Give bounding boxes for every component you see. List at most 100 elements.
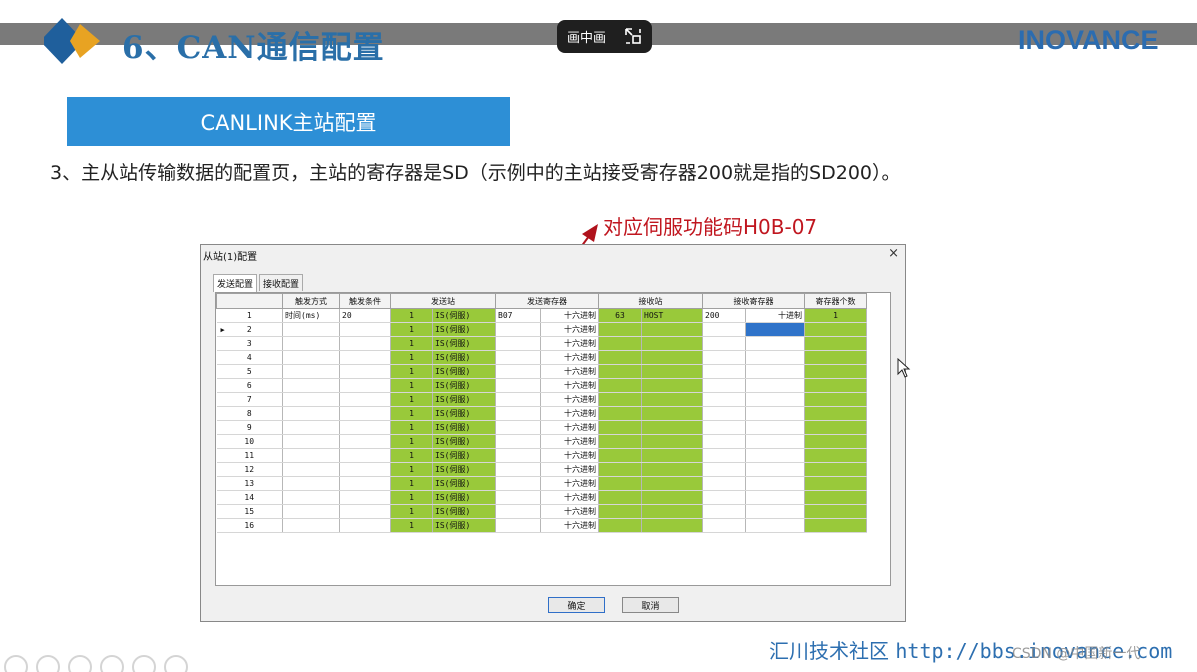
cell-send-station-type[interactable]: IS(伺服) [432, 420, 496, 435]
cell-send-register[interactable] [495, 378, 541, 393]
cell-trigger-mode[interactable] [282, 434, 340, 449]
table-row[interactable]: 5 1 IS(伺服) 十六进制 [216, 364, 867, 379]
cell-register-count[interactable] [804, 336, 867, 351]
cell-trigger-mode[interactable] [282, 350, 340, 365]
cell-send-station-type[interactable]: IS(伺服) [432, 518, 496, 533]
cell-send-format[interactable]: 十六进制 [540, 350, 599, 365]
cell-send-station-type[interactable]: IS(伺服) [432, 378, 496, 393]
cell-trigger-cond[interactable] [339, 476, 391, 491]
cell-register-count[interactable] [804, 518, 867, 533]
table-row[interactable]: 6 1 IS(伺服) 十六进制 [216, 378, 867, 393]
cell-recv-format[interactable] [745, 322, 805, 337]
cell-send-station-type[interactable]: IS(伺服) [432, 504, 496, 519]
table-row[interactable]: 13 1 IS(伺服) 十六进制 [216, 476, 867, 491]
cell-trigger-mode[interactable] [282, 406, 340, 421]
cell-send-register[interactable] [495, 448, 541, 463]
cell-send-station-type[interactable]: IS(伺服) [432, 476, 496, 491]
cell-send-format[interactable]: 十六进制 [540, 322, 599, 337]
cell-send-station-type[interactable]: IS(伺服) [432, 448, 496, 463]
cell-send-station-type[interactable]: IS(伺服) [432, 392, 496, 407]
cell-send-format[interactable]: 十六进制 [540, 392, 599, 407]
cell-recv-register[interactable] [702, 448, 746, 463]
next-slide-icon[interactable] [36, 655, 60, 672]
cell-send-station-type[interactable]: IS(伺服) [432, 462, 496, 477]
cell-send-format[interactable]: 十六进制 [540, 336, 599, 351]
tab-receive-config[interactable]: 接收配置 [259, 274, 304, 291]
cell-trigger-mode[interactable] [282, 322, 340, 337]
pip-button[interactable]: 画中画 [557, 20, 652, 53]
cell-recv-station-id[interactable] [598, 448, 642, 463]
cell-send-station-id[interactable]: 1 [390, 518, 433, 533]
cell-trigger-cond[interactable] [339, 490, 391, 505]
cell-send-station-id[interactable]: 1 [390, 336, 433, 351]
cell-recv-station-type[interactable] [641, 322, 703, 337]
cell-trigger-cond[interactable] [339, 420, 391, 435]
cell-send-format[interactable]: 十六进制 [540, 476, 599, 491]
cell-recv-station-type[interactable] [641, 406, 703, 421]
header-recv-station[interactable]: 接收站 [598, 293, 703, 309]
cell-recv-format[interactable] [745, 420, 805, 435]
cell-recv-format[interactable] [745, 434, 805, 449]
header-trigger-cond[interactable]: 触发条件 [339, 293, 391, 309]
cell-recv-station-type[interactable] [641, 392, 703, 407]
header-send-register[interactable]: 发送寄存器 [495, 293, 599, 309]
cell-recv-format[interactable] [745, 504, 805, 519]
table-row[interactable]: 7 1 IS(伺服) 十六进制 [216, 392, 867, 407]
cell-recv-register[interactable] [702, 392, 746, 407]
cell-send-register[interactable] [495, 336, 541, 351]
cell-recv-register[interactable] [702, 420, 746, 435]
cell-send-format[interactable]: 十六进制 [540, 308, 599, 323]
cell-recv-station-type[interactable] [641, 490, 703, 505]
cell-recv-format[interactable] [745, 462, 805, 477]
table-row[interactable]: 14 1 IS(伺服) 十六进制 [216, 490, 867, 505]
cell-send-register[interactable] [495, 490, 541, 505]
cell-send-format[interactable]: 十六进制 [540, 364, 599, 379]
cell-trigger-cond[interactable] [339, 448, 391, 463]
cell-recv-format[interactable] [745, 378, 805, 393]
cell-register-count[interactable]: 1 [804, 308, 867, 323]
cell-send-format[interactable]: 十六进制 [540, 462, 599, 477]
cell-recv-station-id[interactable] [598, 434, 642, 449]
cell-trigger-cond[interactable] [339, 462, 391, 477]
slides-icon[interactable] [100, 655, 124, 672]
ok-button[interactable]: 确定 [548, 597, 605, 613]
cell-recv-format[interactable]: 十进制 [745, 308, 805, 323]
table-row[interactable]: 8 1 IS(伺服) 十六进制 [216, 406, 867, 421]
cell-recv-station-id[interactable] [598, 462, 642, 477]
cell-recv-station-id[interactable] [598, 476, 642, 491]
cell-send-station-id[interactable]: 1 [390, 392, 433, 407]
cell-send-format[interactable]: 十六进制 [540, 504, 599, 519]
cell-register-count[interactable] [804, 504, 867, 519]
cell-recv-register[interactable] [702, 490, 746, 505]
cell-recv-register[interactable] [702, 322, 746, 337]
cell-send-station-type[interactable]: IS(伺服) [432, 434, 496, 449]
cell-trigger-cond[interactable] [339, 518, 391, 533]
cell-send-format[interactable]: 十六进制 [540, 406, 599, 421]
header-trigger-mode[interactable]: 触发方式 [282, 293, 340, 309]
cell-recv-format[interactable] [745, 350, 805, 365]
cell-send-register[interactable] [495, 420, 541, 435]
pen-icon[interactable] [68, 655, 92, 672]
table-row[interactable]: 11 1 IS(伺服) 十六进制 [216, 448, 867, 463]
cell-send-station-id[interactable]: 1 [390, 420, 433, 435]
cell-trigger-mode[interactable]: 时间(ms) [282, 308, 340, 323]
cell-recv-register[interactable] [702, 434, 746, 449]
close-icon[interactable]: × [888, 246, 899, 261]
cell-recv-station-id[interactable] [598, 336, 642, 351]
cell-recv-station-id[interactable] [598, 392, 642, 407]
cell-send-register[interactable] [495, 364, 541, 379]
cell-recv-register[interactable] [702, 518, 746, 533]
cell-recv-format[interactable] [745, 336, 805, 351]
cell-send-format[interactable]: 十六进制 [540, 490, 599, 505]
cell-register-count[interactable] [804, 322, 867, 337]
zoom-icon[interactable] [132, 655, 156, 672]
cell-recv-station-type[interactable] [641, 476, 703, 491]
cell-send-register[interactable] [495, 434, 541, 449]
table-row[interactable]: 3 1 IS(伺服) 十六进制 [216, 336, 867, 351]
cell-send-station-id[interactable]: 1 [390, 378, 433, 393]
cell-recv-station-id[interactable] [598, 322, 642, 337]
cell-trigger-mode[interactable] [282, 392, 340, 407]
cancel-button[interactable]: 取消 [622, 597, 679, 613]
cell-send-register[interactable] [495, 504, 541, 519]
cell-recv-register[interactable] [702, 476, 746, 491]
